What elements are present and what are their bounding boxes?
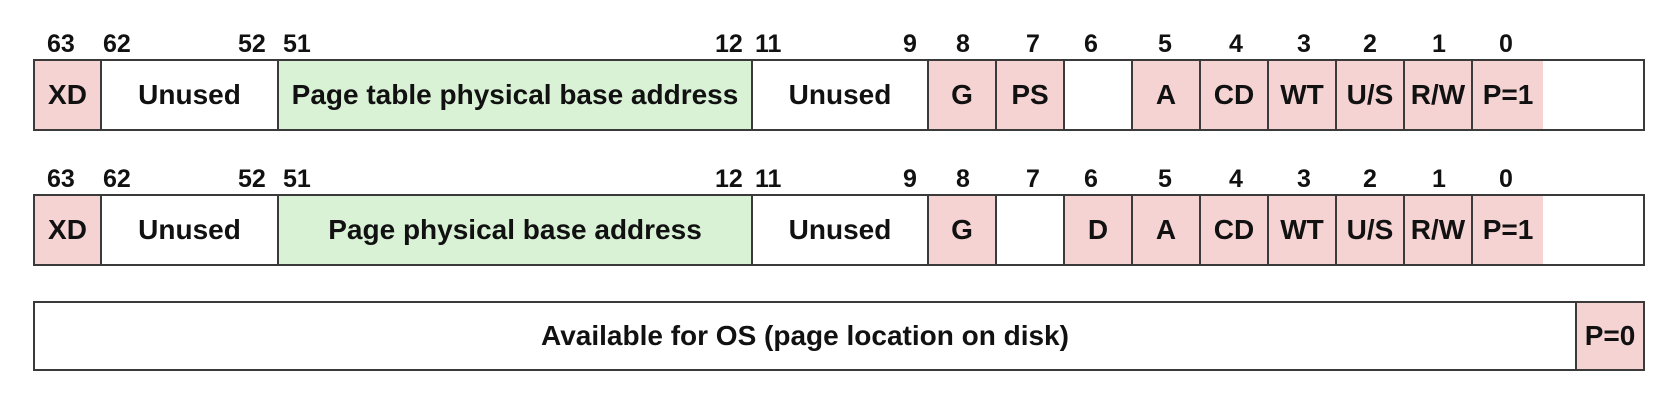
not-present-entry-row: Available for OS (page location on disk)… xyxy=(33,301,1645,371)
bit-label: 62 xyxy=(103,165,131,193)
cd-field: CD xyxy=(1201,61,1269,129)
cd-field: CD xyxy=(1201,196,1269,264)
bit-label: 9 xyxy=(903,30,917,58)
bit-label: 2 xyxy=(1363,30,1377,58)
bit-label: 2 xyxy=(1363,165,1377,193)
bit-label: 63 xyxy=(47,30,75,58)
us-field: U/S xyxy=(1337,61,1405,129)
bit-label: 4 xyxy=(1229,30,1243,58)
page-table-base-address-field: Page table physical base address xyxy=(279,61,753,129)
bit-label: 6 xyxy=(1084,165,1098,193)
rw-field: R/W xyxy=(1405,196,1473,264)
page-base-address-field: Page physical base address xyxy=(279,196,753,264)
bit-6-field xyxy=(1065,61,1133,129)
rw-field: R/W xyxy=(1405,61,1473,129)
bit-label: 3 xyxy=(1297,30,1311,58)
page-table-entry-row: XD Unused Page table physical base addre… xyxy=(33,59,1645,131)
g-field: G xyxy=(929,61,997,129)
bit-label: 0 xyxy=(1499,30,1513,58)
bit-label: 1 xyxy=(1432,165,1446,193)
bit-label: 11 xyxy=(755,30,782,58)
bit-label: 7 xyxy=(1026,165,1040,193)
wt-field: WT xyxy=(1269,196,1337,264)
present-field: P=0 xyxy=(1577,303,1643,369)
bit-label: 1 xyxy=(1432,30,1446,58)
bit-label: 3 xyxy=(1297,165,1311,193)
unused-low-field: Unused xyxy=(753,196,929,264)
bit-label: 7 xyxy=(1026,30,1040,58)
bit-label: 52 xyxy=(238,30,266,58)
d-field: D xyxy=(1065,196,1133,264)
a-field: A xyxy=(1133,61,1201,129)
bit-label: 6 xyxy=(1084,30,1098,58)
unused-high-field: Unused xyxy=(102,196,279,264)
xd-field: XD xyxy=(35,61,102,129)
os-available-field: Available for OS (page location on disk) xyxy=(35,303,1577,369)
bit-label: 8 xyxy=(956,30,970,58)
us-field: U/S xyxy=(1337,196,1405,264)
unused-high-field: Unused xyxy=(102,61,279,129)
bit-number-row-2: 63 62 52 51 12 11 9 8 7 6 5 4 3 2 1 0 xyxy=(33,165,1645,193)
bit-label: 8 xyxy=(956,165,970,193)
unused-low-field: Unused xyxy=(753,61,929,129)
bit-label: 5 xyxy=(1158,30,1172,58)
bit-number-row-1: 63 62 52 51 12 11 9 8 7 6 5 4 3 2 1 0 xyxy=(33,30,1645,58)
present-field: P=1 xyxy=(1473,61,1543,129)
bit-label: 5 xyxy=(1158,165,1172,193)
present-field: P=1 xyxy=(1473,196,1543,264)
bit-label: 52 xyxy=(238,165,266,193)
g-field: G xyxy=(929,196,997,264)
bit-label: 9 xyxy=(903,165,917,193)
a-field: A xyxy=(1133,196,1201,264)
bit-label: 4 xyxy=(1229,165,1243,193)
bit-label: 12 xyxy=(715,30,743,58)
wt-field: WT xyxy=(1269,61,1337,129)
bit-7-field xyxy=(997,196,1065,264)
bit-label: 12 xyxy=(715,165,743,193)
bit-label: 0 xyxy=(1499,165,1513,193)
page-entry-row: XD Unused Page physical base address Unu… xyxy=(33,194,1645,266)
bit-label: 51 xyxy=(283,165,311,193)
bit-label: 51 xyxy=(283,30,311,58)
xd-field: XD xyxy=(35,196,102,264)
ps-field: PS xyxy=(997,61,1065,129)
bit-label: 63 xyxy=(47,165,75,193)
bit-label: 62 xyxy=(103,30,131,58)
bit-label: 11 xyxy=(755,165,782,193)
